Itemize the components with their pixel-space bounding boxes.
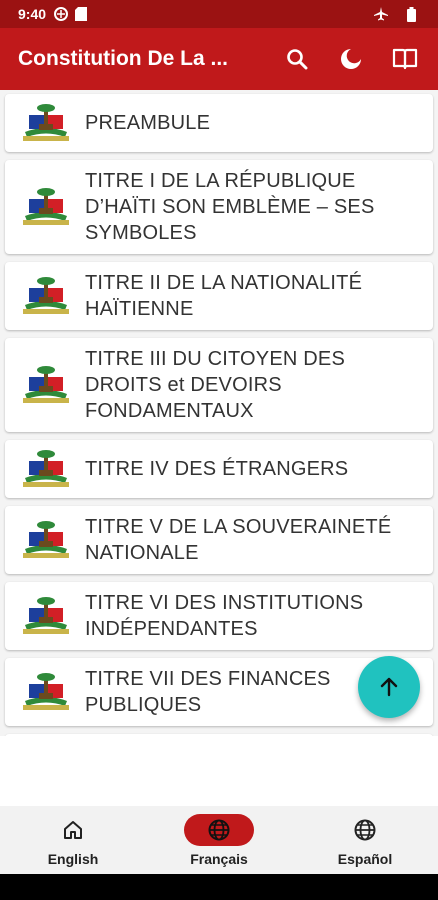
page-title: Constitution De La ... [18, 47, 228, 70]
book-button[interactable] [388, 42, 422, 76]
list-item[interactable]: TITRE II DE LA NATIONALITÉ HAÏTIENNE [5, 262, 433, 330]
nav-francais[interactable]: Français [146, 806, 292, 874]
nav-english[interactable]: English [0, 806, 146, 874]
list-item-label: PREAMBULE [85, 112, 211, 134]
list-item-label: TITRE VI DES INSTITUTIONS INDÉPENDANTES [85, 592, 364, 640]
list-item-label: TITRE IV DES ÉTRANGERS [85, 458, 349, 480]
haiti-coat-of-arms-icon [21, 595, 71, 637]
airplane-mode-icon [374, 7, 388, 21]
list-item[interactable]: TITRE III DU CITOYEN DES DROITS et DEVOI… [5, 338, 433, 432]
home-icon [64, 821, 82, 839]
list-item[interactable]: TITRE I DE LA RÉPUBLIQUE D’HAÏTI SON EMB… [5, 160, 433, 254]
search-button[interactable] [280, 42, 314, 76]
globe-icon [208, 819, 230, 841]
haiti-coat-of-arms-icon [21, 519, 71, 561]
vpn-icon [54, 7, 69, 21]
battery-icon [404, 6, 418, 22]
haiti-coat-of-arms-icon [21, 186, 71, 228]
list-item-label: TITRE II DE LA NATIONALITÉ HAÏTIENNE [85, 272, 363, 320]
list-item[interactable]: TITRE VI DES INSTITUTIONS INDÉPENDANTES [5, 582, 433, 650]
app-bar: Constitution De La ... [0, 28, 438, 90]
haiti-coat-of-arms-icon [21, 448, 71, 490]
list-item[interactable]: TITRE IV DES ÉTRANGERS [5, 440, 433, 498]
dark-mode-button[interactable] [334, 42, 368, 76]
list-item[interactable]: TITRE VIII DE LA FONCTION [5, 734, 433, 736]
list-item-label: TITRE I DE LA RÉPUBLIQUE D’HAÏTI SON EMB… [85, 170, 375, 244]
list-item-label: TITRE V DE LA SOUVERAINETÉ NATIONALE [85, 516, 392, 564]
nav-espanol[interactable]: Español [292, 806, 438, 874]
moon-icon [341, 49, 361, 69]
system-navigation-bar [0, 874, 438, 900]
status-bar: 9:40 [0, 0, 438, 28]
titles-list[interactable]: PREAMBULE TITRE I DE LA RÉPUBLIQUE D’HAÏT… [0, 90, 438, 736]
search-icon [287, 49, 308, 70]
open-book-icon [392, 48, 418, 70]
nav-espanol-label: Español [337, 851, 393, 867]
status-time: 9:40 [18, 6, 47, 22]
scroll-to-top-button[interactable] [358, 656, 420, 718]
haiti-coat-of-arms-icon [21, 671, 71, 713]
sd-card-icon [74, 7, 88, 21]
haiti-coat-of-arms-icon [21, 275, 71, 317]
list-item[interactable]: PREAMBULE [5, 94, 433, 152]
globe-icon [354, 819, 376, 841]
nav-english-label: English [47, 851, 99, 867]
bottom-navigation: English Français Español [0, 806, 438, 874]
list-item[interactable]: TITRE V DE LA SOUVERAINETÉ NATIONALE [5, 506, 433, 574]
list-item-label: TITRE III DU CITOYEN DES DROITS et DEVOI… [85, 348, 346, 422]
haiti-coat-of-arms-icon [21, 364, 71, 406]
arrow-up-icon [380, 677, 398, 697]
haiti-coat-of-arms-icon [21, 102, 71, 144]
nav-francais-label: Français [190, 851, 248, 867]
